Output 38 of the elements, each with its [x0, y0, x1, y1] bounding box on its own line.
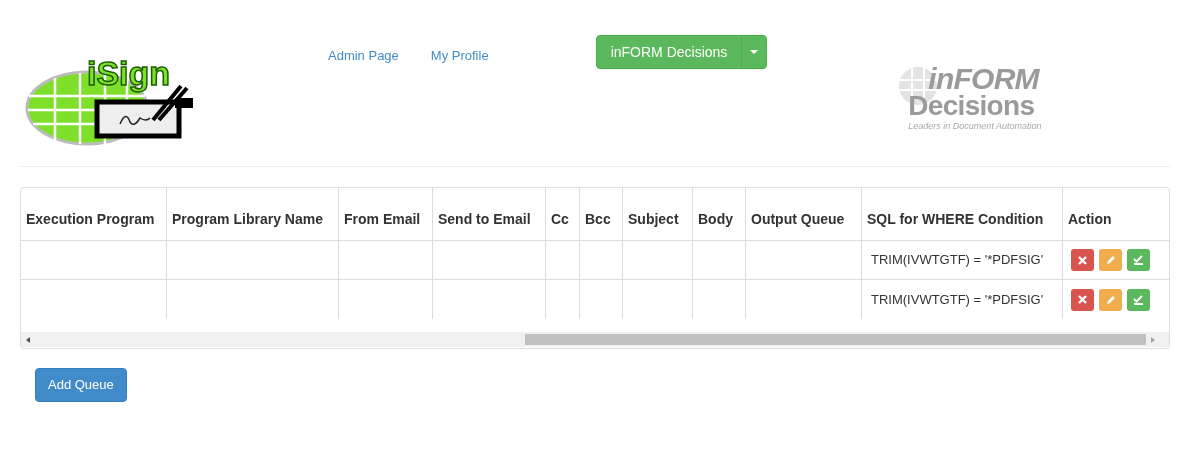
table-cell-text: TRIM(IVWTGTF) = '*PDFSIG': [871, 290, 1044, 309]
scrollbar-thumb[interactable]: [525, 334, 1146, 345]
check-icon: [1133, 294, 1144, 305]
column-header: Body: [698, 210, 733, 229]
column-header: Output Queue: [751, 210, 845, 229]
split-button-label[interactable]: inFORM Decisions: [596, 36, 742, 68]
column-header: Action: [1068, 210, 1112, 229]
column-header: Bcc: [585, 210, 611, 229]
caret-icon[interactable]: [750, 50, 759, 54]
column-header: SQL for WHERE Condition: [867, 210, 1044, 229]
logo-text: Decisions: [908, 92, 1035, 120]
pencil-icon: [1105, 255, 1116, 265]
nav-link[interactable]: Admin Page: [328, 46, 399, 66]
table-cell-text: TRIM(IVWTGTF) = '*PDFSIG': [871, 251, 1044, 270]
logo-tagline: Leaders in Document Automation: [908, 122, 1042, 131]
close-icon: [1078, 255, 1087, 265]
check-icon: [1133, 255, 1144, 265]
nav-link[interactable]: My Profile: [430, 46, 489, 66]
horizontal-scrollbar[interactable]: [21, 332, 1169, 347]
column-header: Cc: [551, 210, 569, 229]
delete-button[interactable]: [1071, 249, 1094, 271]
confirm-button[interactable]: [1127, 249, 1150, 271]
left-arrow-icon[interactable]: [26, 336, 30, 343]
right-arrow-icon[interactable]: [1151, 336, 1155, 343]
close-icon: [1078, 295, 1087, 304]
column-header: Execution Program: [26, 210, 155, 229]
add-queue-button[interactable]: Add Queue: [35, 368, 127, 402]
column-header: Subject: [628, 210, 679, 229]
edit-button[interactable]: [1099, 249, 1122, 271]
column-header: From Email: [344, 210, 421, 229]
column-header: Program Library Name: [172, 210, 323, 229]
logo-text: inFORM: [928, 64, 1039, 94]
confirm-button[interactable]: [1127, 288, 1150, 311]
delete-button[interactable]: [1071, 288, 1094, 311]
pencil-icon: [1105, 294, 1116, 305]
split-button[interactable]: inFORM Decisions: [595, 35, 768, 69]
edit-button[interactable]: [1099, 288, 1122, 311]
column-header: Send to Email: [438, 210, 531, 229]
